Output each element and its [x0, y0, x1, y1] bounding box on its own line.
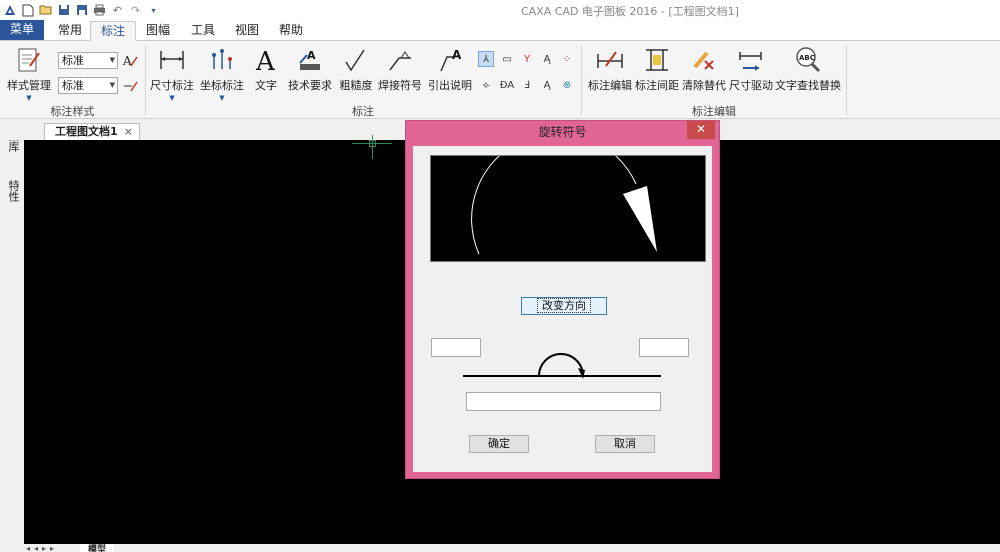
dim-spacing-icon	[643, 45, 671, 75]
coordinate-dim-button[interactable]: 坐标标注 ▼	[199, 45, 245, 102]
dialog-title: 旋转符号	[538, 125, 587, 139]
chevron-down-icon: ▼	[109, 56, 115, 64]
ribbon: 样式管理 ▼ 标准 ▼ 标准 ▼ A 标注样式 尺寸标注 ▼ 坐标标注 ▼ A 文字…	[0, 41, 1000, 119]
rotation-symbol-icon	[463, 353, 661, 379]
tech-requirements-button[interactable]: A 技术要求	[287, 45, 333, 93]
dim-spacing-label: 标注间距	[635, 79, 679, 92]
svg-text:A: A	[452, 48, 462, 62]
text-align-icon[interactable]: Ą	[539, 51, 555, 67]
roughness-icon	[344, 45, 368, 75]
arc-text-icon[interactable]: Ⅎ	[519, 77, 535, 93]
clear-override-icon	[691, 45, 717, 75]
title-bar: ↶ ↷ ▾ CAXA CAD 电子图板 2016 - [工程图文档1]	[0, 0, 1000, 20]
ribbon-tabs: 菜单 常用 标注 图幅 工具 视图 帮助	[0, 20, 1000, 41]
chevron-down-icon: ▼	[109, 81, 115, 89]
weld-symbol-icon	[387, 45, 413, 75]
clear-override-button[interactable]: 清除替代	[682, 45, 726, 93]
coordinate-dim-icon	[208, 45, 236, 75]
dim-style-icon[interactable]	[122, 78, 138, 94]
chevron-down-icon: ▼	[169, 94, 175, 102]
dimension-label: 尺寸标注	[150, 79, 194, 92]
dimension-icon	[158, 45, 186, 75]
leader-note-button[interactable]: A 引出说明	[427, 45, 473, 93]
tab-view[interactable]: 视图	[225, 21, 269, 41]
radial-dim-icon[interactable]: ⅄	[478, 51, 494, 67]
text-icon: A	[254, 45, 278, 75]
tab-common[interactable]: 常用	[48, 21, 92, 41]
dim-drive-icon	[737, 45, 765, 75]
leader-note-label: 引出说明	[428, 79, 472, 92]
edit-dimension-label: 标注编辑	[588, 79, 632, 92]
chevron-down-icon: ▼	[219, 94, 225, 102]
cancel-button[interactable]: 取消	[595, 435, 655, 453]
chevron-down-icon: ▼	[26, 94, 32, 102]
tab-sheet[interactable]: 图幅	[136, 21, 180, 41]
window-title: CAXA CAD 电子图板 2016 - [工程图文档1]	[521, 5, 739, 18]
ok-button[interactable]: 确定	[469, 435, 529, 453]
edit-dimension-button[interactable]: 标注编辑	[588, 45, 632, 93]
symbol-preview	[430, 132, 706, 262]
left-sidebar: 图库 特性	[0, 120, 24, 552]
layout-nav-arrows[interactable]: ◂◂▸▸	[26, 544, 58, 552]
find-replace-icon: ABC	[794, 45, 822, 75]
chamfer-dim-icon[interactable]: ⟡	[478, 77, 494, 93]
dim-drive-button[interactable]: 尺寸驱动	[729, 45, 773, 93]
hole-pattern-icon[interactable]: ⁘	[559, 51, 575, 67]
close-button[interactable]: ✕	[687, 121, 715, 139]
roughness-button[interactable]: 粗糙度	[339, 45, 373, 93]
group-divider	[846, 45, 847, 115]
svg-text:A: A	[307, 49, 316, 62]
annotate-group-label: 标注	[352, 105, 374, 118]
style-manage-label: 样式管理	[7, 79, 51, 92]
clear-override-label: 清除替代	[682, 79, 726, 92]
close-icon: ✕	[695, 122, 707, 136]
text-label: 文字	[255, 79, 277, 92]
coordinate-dim-label: 坐标标注	[200, 79, 244, 92]
text-style-icon[interactable]: A	[122, 53, 138, 69]
style-group-label: 标注样式	[50, 105, 95, 118]
edit-dimension-icon	[596, 45, 624, 75]
dim-spacing-button[interactable]: 标注间距	[635, 45, 679, 93]
sidebar-item-properties[interactable]: 特性	[7, 180, 20, 202]
datum-icon[interactable]: ▭	[499, 51, 515, 67]
cursor-crosshair	[372, 135, 373, 159]
leader-note-icon: A	[437, 45, 463, 75]
dim-drive-label: 尺寸驱动	[729, 79, 773, 92]
svg-text:ABC: ABC	[799, 54, 815, 62]
rotate-symbol-dialog: 旋转符号 ✕ 改变方向 确定 取消	[405, 120, 720, 479]
close-icon[interactable]: ×	[124, 124, 133, 140]
style-manage-icon	[16, 45, 42, 75]
dim-style-combo[interactable]: 标准 ▼	[58, 77, 118, 94]
cursor-pickbox	[369, 140, 376, 147]
tab-document[interactable]: 工程图文档1 ×	[44, 123, 140, 141]
weld-symbol-button[interactable]: 焊接符号	[377, 45, 423, 93]
change-direction-button[interactable]: 改变方向	[521, 297, 607, 315]
tech-requirements-icon: A	[297, 45, 323, 75]
svg-text:A: A	[122, 54, 132, 68]
dimension-button[interactable]: 尺寸标注 ▼	[150, 45, 194, 102]
style-manage-button[interactable]: 样式管理 ▼	[6, 45, 52, 102]
bottom-bar	[0, 544, 1000, 552]
find-replace-button[interactable]: ABC 文字查找替换	[775, 45, 841, 93]
roughness-label: 粗糙度	[339, 79, 373, 92]
tech-requirements-label: 技术要求	[288, 79, 332, 92]
dialog-body: 改变方向 确定 取消	[413, 132, 712, 472]
edit-group-label: 标注编辑	[692, 105, 736, 118]
weld-symbol-label: 焊接符号	[378, 79, 422, 92]
text-button[interactable]: A 文字	[252, 45, 280, 93]
tolerance-icon[interactable]: ÐA	[499, 77, 515, 93]
tab-model[interactable]: 模型	[80, 544, 114, 552]
center-mark-icon[interactable]: ⊕	[559, 77, 575, 93]
tab-tools[interactable]: 工具	[181, 21, 225, 41]
tab-menu[interactable]: 菜单	[0, 20, 44, 40]
note-text-field[interactable]	[466, 392, 661, 411]
svg-text:A: A	[255, 47, 276, 74]
angle-dim-icon[interactable]: Y	[519, 51, 535, 67]
tab-annotate[interactable]: 标注	[90, 21, 137, 41]
text-style-combo[interactable]: 标准 ▼	[58, 52, 118, 69]
find-replace-label: 文字查找替换	[775, 79, 841, 92]
tab-help[interactable]: 帮助	[269, 21, 313, 41]
centerline-text-icon[interactable]: Ą	[539, 77, 555, 93]
